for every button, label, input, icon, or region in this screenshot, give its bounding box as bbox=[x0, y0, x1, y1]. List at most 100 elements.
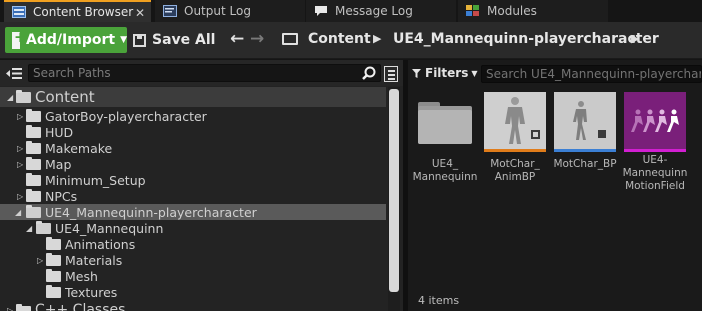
tab-output-log[interactable]: Output Log bbox=[155, 0, 305, 22]
tab-bar: Content Browser ✕ Output Log Message Log… bbox=[0, 0, 702, 22]
tab-label: Modules bbox=[487, 4, 537, 18]
search-paths-field[interactable] bbox=[28, 64, 381, 82]
folder-icon bbox=[26, 125, 41, 138]
sources-panel: ◢ Content ▷ GatorBoy-playercharacter HUD… bbox=[0, 60, 403, 311]
save-all-button[interactable]: Save All bbox=[133, 27, 215, 53]
folder-icon bbox=[26, 141, 41, 154]
tree-item-content[interactable]: ◢ Content bbox=[0, 87, 386, 107]
collapsed-arrow-icon[interactable]: ▷ bbox=[37, 256, 43, 265]
sources-toggle-icon[interactable] bbox=[6, 67, 22, 80]
search-paths-input[interactable] bbox=[29, 65, 339, 81]
asset-label: MotChar_BP bbox=[553, 158, 617, 170]
tab-content-browser[interactable]: Content Browser ✕ bbox=[4, 0, 151, 22]
save-all-label: Save All bbox=[152, 32, 216, 48]
tree-item[interactable]: HUD bbox=[0, 124, 386, 140]
breadcrumb-current[interactable]: UE4_Mannequinn-playercharacter bbox=[393, 31, 659, 47]
save-icon bbox=[133, 33, 146, 47]
tree-item-label: UE4_Mannequinn bbox=[55, 220, 164, 236]
folder-icon bbox=[282, 33, 298, 45]
close-icon[interactable]: ✕ bbox=[135, 6, 145, 20]
tree-item-label: Animations bbox=[65, 236, 136, 252]
folder-icon bbox=[418, 102, 472, 144]
tree-item[interactable]: Textures bbox=[0, 284, 386, 300]
expanded-arrow-icon[interactable]: ◢ bbox=[15, 208, 21, 217]
chevron-down-icon: ▼ bbox=[471, 68, 478, 78]
add-import-button[interactable]: Add/Import ▼ bbox=[5, 27, 127, 53]
tree-item[interactable]: Mesh bbox=[0, 268, 386, 284]
asset-search-field[interactable] bbox=[481, 65, 702, 83]
output-log-icon bbox=[163, 5, 177, 17]
tree-item-label: Textures bbox=[65, 284, 118, 300]
tree-item[interactable]: ▷ Map bbox=[0, 156, 386, 172]
item-count: 4 items bbox=[418, 294, 460, 307]
content-browser-icon bbox=[12, 6, 26, 18]
message-log-icon bbox=[315, 6, 327, 16]
new-asset-icon bbox=[12, 28, 27, 49]
tree-item-label: Map bbox=[45, 156, 72, 172]
asset-search-input[interactable] bbox=[482, 66, 701, 82]
arrow-left-icon[interactable]: ← bbox=[230, 29, 244, 49]
asset-thumbnail bbox=[624, 92, 686, 152]
tree-item[interactable]: ▷ NPCs bbox=[0, 188, 386, 204]
asset-thumbnail bbox=[484, 92, 546, 152]
asset-label: UE4_ Mannequinn bbox=[412, 158, 478, 183]
sources-search-row bbox=[0, 60, 403, 86]
collapsed-arrow-icon[interactable]: ▷ bbox=[17, 112, 23, 121]
tab-label: Output Log bbox=[184, 4, 251, 18]
filters-button[interactable]: Filters ▼ bbox=[412, 66, 478, 80]
tab-modules[interactable]: Modules bbox=[458, 0, 608, 22]
folder-open-icon bbox=[16, 90, 31, 103]
tree-item[interactable]: ▷ GatorBoy-playercharacter bbox=[0, 108, 386, 124]
character-icon bbox=[554, 92, 616, 152]
tree-item[interactable]: ◢ UE4_Mannequinn bbox=[0, 220, 386, 236]
breadcrumb-separator-icon[interactable]: ▶ bbox=[373, 32, 381, 45]
tree-scrollbar[interactable] bbox=[388, 87, 400, 311]
toolbar: Add/Import ▼ Save All ← → Content ▶ UE4_… bbox=[0, 22, 702, 59]
asset-thumbnail bbox=[554, 92, 616, 152]
tree-item-label: Mesh bbox=[65, 268, 98, 284]
tree-item-label: NPCs bbox=[45, 188, 78, 204]
tree-item[interactable]: Animations bbox=[0, 236, 386, 252]
add-import-label: Add/Import bbox=[26, 32, 116, 48]
tree-item-label: GatorBoy-playercharacter bbox=[45, 108, 207, 124]
tree-item[interactable]: ▷ Makemake bbox=[0, 140, 386, 156]
folder-icon bbox=[26, 109, 41, 122]
folder-open-icon bbox=[36, 221, 51, 234]
scrollbar-thumb[interactable] bbox=[389, 89, 399, 292]
tree-item[interactable]: Minimum_Setup bbox=[0, 172, 386, 188]
tree-item-label: Minimum_Setup bbox=[45, 172, 146, 188]
collapsed-arrow-icon[interactable]: ▷ bbox=[7, 306, 13, 311]
arrow-right-icon[interactable]: → bbox=[250, 29, 264, 49]
tab-message-log[interactable]: Message Log bbox=[306, 0, 456, 22]
folder-icon bbox=[26, 173, 41, 186]
asset-type-bar bbox=[484, 149, 546, 152]
folder-icon bbox=[26, 157, 41, 170]
folder-icon bbox=[46, 253, 61, 266]
asset-type-bar bbox=[624, 149, 686, 152]
tree-item-label: C++ Classes bbox=[35, 302, 126, 311]
asset-label: UE4- Mannequinn MotionField bbox=[622, 154, 688, 192]
collapsed-arrow-icon[interactable]: ▷ bbox=[17, 160, 23, 169]
tree-item[interactable]: ▷ Materials bbox=[0, 252, 386, 268]
modules-icon bbox=[466, 5, 479, 16]
folder-icon bbox=[26, 189, 41, 202]
asset-tile-folder[interactable]: UE4_ Mannequinn bbox=[413, 92, 477, 183]
asset-view: Filters ▼ UE4_ Mannequinn MotChar_ AnimB… bbox=[408, 60, 702, 311]
search-icon[interactable] bbox=[362, 66, 376, 80]
breadcrumb-content[interactable]: Content bbox=[308, 31, 371, 47]
mannequin-icon bbox=[484, 92, 546, 152]
view-options-icon[interactable] bbox=[384, 66, 398, 82]
expanded-arrow-icon[interactable]: ◢ bbox=[7, 93, 13, 102]
collapsed-arrow-icon[interactable]: ▷ bbox=[17, 144, 23, 153]
tree-item-label: HUD bbox=[45, 124, 74, 140]
folder-icon bbox=[16, 304, 31, 311]
filters-label: Filters bbox=[425, 66, 469, 80]
tree-item-selected[interactable]: ◢ UE4_Mannequinn-playercharacter bbox=[0, 204, 386, 220]
tree-item[interactable]: ▷ C++ Classes bbox=[0, 302, 386, 311]
expanded-arrow-icon[interactable]: ◢ bbox=[26, 224, 32, 233]
tab-label: Message Log bbox=[335, 4, 413, 18]
tree-item-label: Materials bbox=[65, 252, 123, 268]
collapsed-arrow-icon[interactable]: ▷ bbox=[17, 192, 23, 201]
running-figures-icon bbox=[624, 92, 686, 152]
breadcrumb-separator-icon[interactable]: ▶ bbox=[631, 32, 639, 45]
